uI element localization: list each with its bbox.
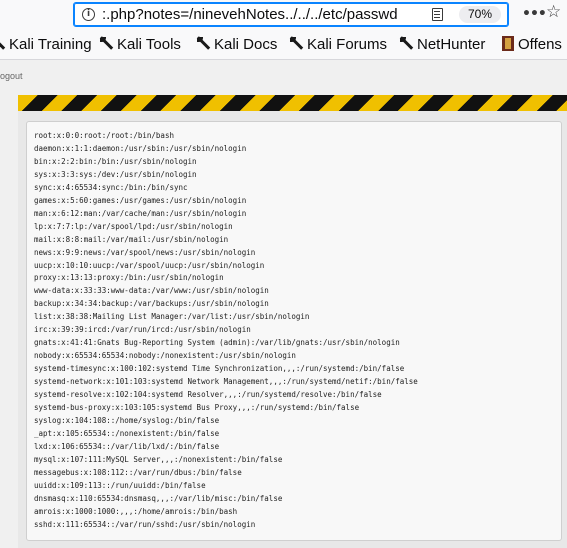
passwd-line: systemd-bus-proxy:x:103:105:systemd Bus … xyxy=(34,403,360,413)
passwd-line: _apt:x:105:65534::/nonexistent:/bin/fals… xyxy=(34,428,220,438)
navigation-toolbar: i :.php?notes=/ninevehNotes../../../etc/… xyxy=(0,0,567,31)
bookmark-kali-docs[interactable]: Kali Docs xyxy=(196,36,277,53)
passwd-line: amrois:x:1000:1000:,,,:/home/amrois:/bin… xyxy=(34,506,238,516)
passwd-line: mysql:x:107:111:MySQL Server,,,:/nonexis… xyxy=(34,454,283,464)
kali-dragon-icon xyxy=(196,36,210,50)
passwd-line: syslog:x:104:108::/home/syslog:/bin/fals… xyxy=(34,415,220,425)
file-output-box: root:x:0:0:root:/root:/bin/bash daemon:x:… xyxy=(26,121,562,541)
passwd-line: systemd-resolve:x:102:104:systemd Resolv… xyxy=(34,390,382,400)
passwd-line: list:x:38:38:Mailing List Manager:/var/l… xyxy=(34,312,310,322)
passwd-line: irc:x:39:39:ircd:/var/run/ircd:/usr/sbin… xyxy=(34,325,251,335)
passwd-line: man:x:6:12:man:/var/cache/man:/usr/sbin/… xyxy=(34,208,247,218)
passwd-line: sync:x:4:65534:sync:/bin:/bin/sync xyxy=(34,182,188,192)
passwd-line: lxd:x:106:65534::/var/lib/lxd/:/bin/fals… xyxy=(34,441,220,451)
bookmark-label: Kali Docs xyxy=(214,36,278,53)
bookmark-label: Offens xyxy=(518,36,562,53)
bookmark-nethunter[interactable]: NetHunter xyxy=(399,36,485,53)
passwd-line: games:x:5:60:games:/usr/games:/usr/sbin/… xyxy=(34,195,247,205)
passwd-line: news:x:9:9:news:/var/spool/news:/usr/sbi… xyxy=(34,247,256,257)
hazard-stripe-banner xyxy=(18,95,567,111)
kali-dragon-icon xyxy=(289,36,303,50)
passwd-line: proxy:x:13:13:proxy:/bin:/usr/sbin/nolog… xyxy=(34,273,224,283)
bookmark-kali-tools[interactable]: Kali Tools xyxy=(99,36,181,53)
passwd-line: messagebus:x:108:112::/var/run/dbus:/bin… xyxy=(34,467,242,477)
passwd-line: lp:x:7:7:lp:/var/spool/lpd:/usr/sbin/nol… xyxy=(34,221,233,231)
passwd-line: nobody:x:65534:65534:nobody:/nonexistent… xyxy=(34,351,296,361)
passwd-line: bin:x:2:2:bin:/bin:/usr/sbin/nologin xyxy=(34,156,197,166)
url-text[interactable]: :.php?notes=/ninevehNotes../../../etc/pa… xyxy=(102,6,398,23)
kali-dragon-icon xyxy=(99,36,113,50)
bookmark-star-icon[interactable]: ☆ xyxy=(546,2,561,22)
bookmark-label: NetHunter xyxy=(417,36,486,53)
kali-dragon-icon xyxy=(0,36,5,50)
offensive-security-icon xyxy=(502,36,514,51)
bookmark-label: Kali Training xyxy=(9,36,92,53)
url-bar[interactable]: i :.php?notes=/ninevehNotes../../../etc/… xyxy=(73,2,509,27)
page-actions-icon[interactable]: ••• xyxy=(522,6,547,22)
passwd-line: daemon:x:1:1:daemon:/usr/sbin:/usr/sbin/… xyxy=(34,143,247,153)
bookmark-kali-forums[interactable]: Kali Forums xyxy=(289,36,387,53)
page-content: ogout root:x:0:0:root:/root:/bin/bash dae… xyxy=(0,60,567,548)
passwd-line: root:x:0:0:root:/root:/bin/bash xyxy=(34,131,174,140)
passwd-line: uuidd:x:109:113::/run/uuidd:/bin/false xyxy=(34,480,206,490)
bookmark-kali-training[interactable]: Kali Training xyxy=(0,36,92,53)
bookmark-label: Kali Forums xyxy=(307,36,388,53)
passwd-line: systemd-timesync:x:100:102:systemd Time … xyxy=(34,364,405,374)
logout-link[interactable]: ogout xyxy=(0,71,23,81)
bookmarks-toolbar: Kali Training Kali Tools Kali Docs Kali … xyxy=(0,31,567,60)
passwd-line: sshd:x:111:65534::/var/run/sshd:/usr/sbi… xyxy=(34,519,256,529)
passwd-line: www-data:x:33:33:www-data:/var/www:/usr/… xyxy=(34,286,269,296)
bookmark-label: Kali Tools xyxy=(117,36,181,53)
passwd-line: mail:x:8:8:mail:/var/mail:/usr/sbin/nolo… xyxy=(34,234,229,244)
passwd-line: gnats:x:41:41:Gnats Bug-Reporting System… xyxy=(34,338,400,348)
passwd-line: uucp:x:10:10:uucp:/var/spool/uucp:/usr/s… xyxy=(34,260,265,270)
site-info-icon[interactable]: i xyxy=(82,8,95,21)
passwd-line: sys:x:3:3:sys:/dev:/usr/sbin/nologin xyxy=(34,169,197,179)
notes-panel: root:x:0:0:root:/root:/bin/bash daemon:x:… xyxy=(18,111,567,548)
passwd-line: backup:x:34:34:backup:/var/backups:/usr/… xyxy=(34,299,269,309)
reader-view-icon[interactable] xyxy=(432,8,443,21)
passwd-line: dnsmasq:x:110:65534:dnsmasq,,,:/var/lib/… xyxy=(34,493,283,503)
passwd-line: systemd-network:x:101:103:systemd Networ… xyxy=(34,377,418,387)
kali-dragon-icon xyxy=(399,36,413,50)
bookmark-offensive-security[interactable]: Offens xyxy=(502,36,562,53)
zoom-level-button[interactable]: 70% xyxy=(459,6,501,23)
passwd-file-contents: root:x:0:0:root:/root:/bin/bash daemon:x:… xyxy=(34,130,418,532)
